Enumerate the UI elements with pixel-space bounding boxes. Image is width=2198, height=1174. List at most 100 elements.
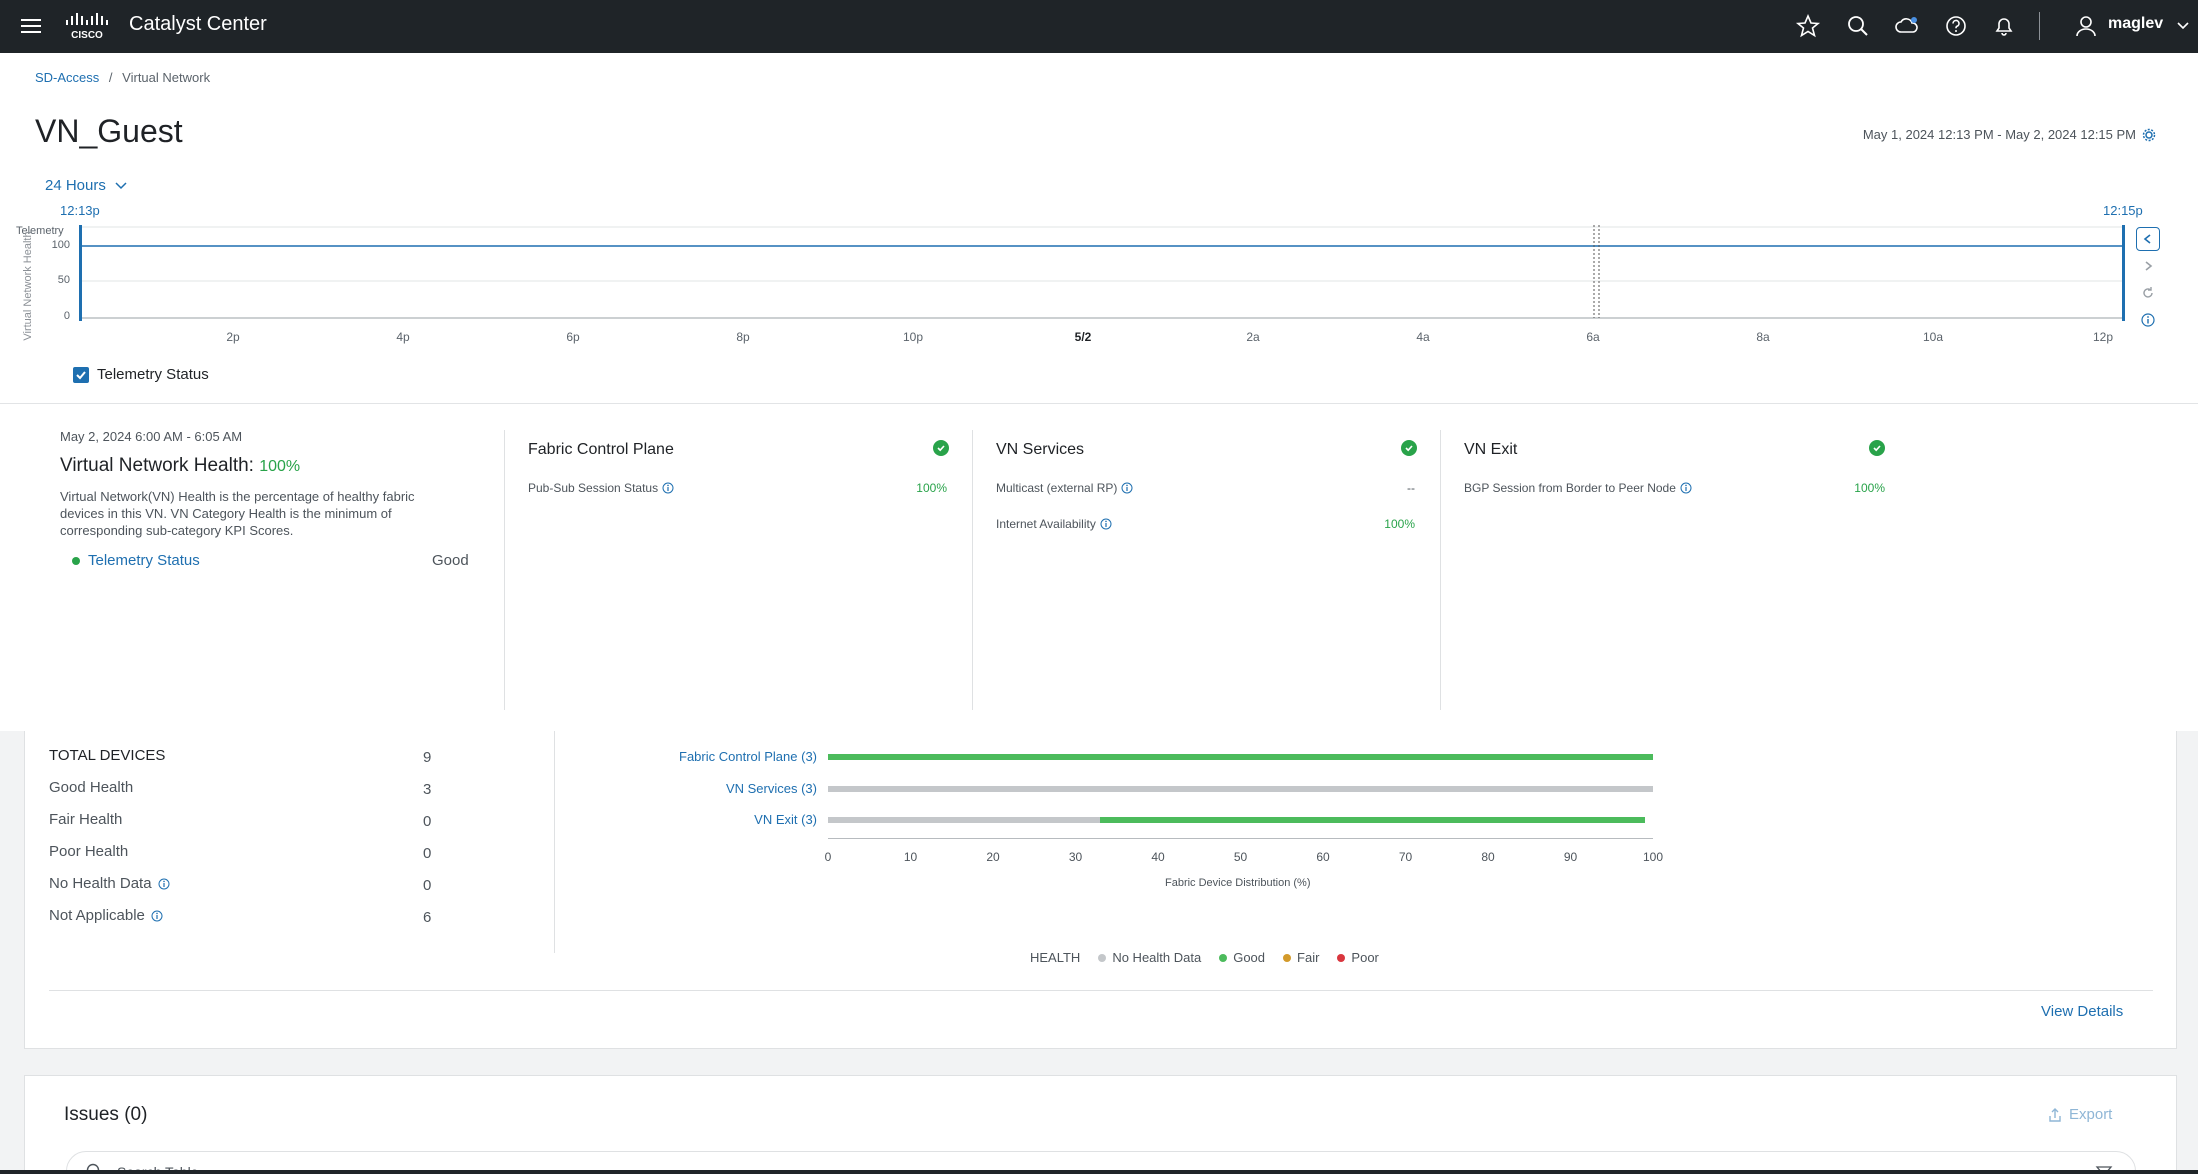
chevron-down-icon[interactable] (2175, 18, 2191, 34)
device-distribution-card: TOTAL DEVICES 9 Good Health 3 Fair Healt… (24, 731, 2177, 1049)
stat-total-devices-value: 9 (423, 749, 432, 766)
info-icon[interactable] (151, 910, 163, 922)
legend-item-fair[interactable]: Fair (1283, 950, 1319, 965)
breadcrumb-sd-access[interactable]: SD-Access (35, 70, 99, 85)
kpi-value: -- (1407, 481, 1415, 495)
legend-item-poor[interactable]: Poor (1337, 950, 1379, 965)
checkbox-label: Telemetry Status (97, 366, 209, 383)
legend-label: Good (1233, 950, 1266, 965)
legend-title: HEALTH (1030, 950, 1081, 965)
time-period-dropdown[interactable]: 24 Hours (45, 177, 128, 194)
info-icon[interactable] (1680, 482, 1692, 494)
x-tick: 10p (902, 330, 924, 344)
kpi-value: 100% (1384, 517, 1415, 531)
stat-fair-health-value: 0 (423, 813, 432, 830)
bell-icon[interactable] (1991, 13, 2017, 39)
bar-segment-good[interactable] (1100, 817, 1645, 823)
vn-health-description: Virtual Network(VN) Health is the percen… (60, 489, 415, 538)
info-icon[interactable] (1100, 518, 1112, 530)
x-tick: 50 (1233, 850, 1248, 864)
column-divider (554, 731, 555, 953)
column-divider (504, 430, 505, 710)
bar-label-fabric-control-plane[interactable]: Fabric Control Plane (3) (557, 749, 817, 764)
x-axis-line (828, 838, 1653, 839)
kpi-internet-availability: Internet Availability (996, 517, 1112, 531)
breadcrumb-current: Virtual Network (122, 70, 211, 85)
kpi-multicast: Multicast (external RP) (996, 481, 1133, 495)
bar-segment-no-health-data[interactable] (828, 817, 1101, 823)
issues-title: Issues (0) (64, 1104, 148, 1125)
bottom-strip (0, 1170, 2198, 1174)
check-circle-icon (1401, 440, 1417, 456)
x-tick: 90 (1563, 850, 1578, 864)
telemetry-status-value: Good (432, 552, 469, 569)
legend-item-good[interactable]: Good (1219, 950, 1265, 965)
card-divider (49, 990, 2153, 991)
stat-good-health-value: 3 (423, 781, 432, 798)
x-tick: 2a (1246, 330, 1260, 344)
x-tick: 40 (1151, 850, 1165, 864)
category-vn-exit: VN Exit (1464, 441, 1518, 458)
bar-label-vn-services[interactable]: VN Services (3) (557, 781, 817, 796)
cisco-logo[interactable]: CISCO (64, 12, 110, 40)
bar-label-vn-exit[interactable]: VN Exit (3) (557, 812, 817, 827)
timeline-chart[interactable] (0, 203, 2198, 343)
health-timeline[interactable]: 12:13p 12:15p Telemetry Virtual Network … (0, 203, 2198, 363)
timeline-forward-button[interactable] (2136, 254, 2160, 278)
help-icon[interactable] (1943, 13, 1969, 39)
star-icon[interactable] (1795, 13, 1821, 39)
bar-segment-good[interactable] (828, 754, 1653, 760)
x-tick: 5/2 (1074, 330, 1092, 344)
x-tick: 80 (1481, 850, 1495, 864)
date-range: May 1, 2024 12:13 PM - May 2, 2024 12:15… (1863, 127, 2156, 142)
app-name[interactable]: Catalyst Center (129, 13, 267, 36)
stat-poor-health: Poor Health (49, 843, 129, 860)
view-details-link[interactable]: View Details (2041, 1003, 2123, 1020)
timeline-info-button[interactable] (2136, 308, 2160, 332)
stat-no-health-data: No Health Data (49, 875, 170, 892)
stat-good-health: Good Health (49, 779, 134, 796)
telemetry-status-label: Telemetry Status (88, 552, 200, 569)
user-name[interactable]: maglev (2108, 15, 2163, 33)
export-button[interactable]: Export (2047, 1106, 2112, 1123)
category-fabric-control-plane: Fabric Control Plane (528, 441, 674, 458)
search-icon[interactable] (1845, 13, 1871, 39)
telemetry-status-link[interactable]: Telemetry Status (72, 552, 200, 569)
info-icon[interactable] (158, 878, 170, 890)
date-range-text: May 1, 2024 12:13 PM - May 2, 2024 12:15… (1862, 127, 2136, 142)
x-tick: 6p (566, 330, 580, 344)
legend-item-no-health-data[interactable]: No Health Data (1098, 950, 1201, 965)
cloud-icon[interactable] (1894, 13, 1920, 39)
column-divider (972, 430, 973, 710)
checkbox-checked[interactable] (73, 366, 89, 383)
chart-legend: HEALTH No Health Data Good Fair Poor (1030, 950, 1379, 965)
export-icon (2049, 1107, 2061, 1122)
x-tick: 8p (736, 330, 750, 344)
check-icon (76, 370, 86, 379)
timeline-back-button[interactable] (2136, 227, 2160, 251)
legend-label: Poor (1351, 950, 1379, 965)
chevron-down-icon (115, 181, 127, 189)
chevron-left-icon (2143, 234, 2151, 244)
x-tick: 20 (986, 850, 1000, 864)
x-axis-title: Fabric Device Distribution (%) (1165, 877, 1311, 889)
health-summary-panel: May 2, 2024 6:00 AM - 6:05 AM Virtual Ne… (0, 404, 2198, 731)
breadcrumb-separator: / (108, 70, 113, 85)
breadcrumb: SD-Access / Virtual Network (35, 70, 210, 85)
x-tick: 10 (903, 850, 918, 864)
user-icon[interactable] (2073, 13, 2099, 39)
x-tick: 60 (1316, 850, 1330, 864)
info-icon[interactable] (1121, 482, 1133, 494)
gear-icon[interactable] (2142, 128, 2156, 142)
x-tick: 12p (2092, 330, 2114, 344)
kpi-label: BGP Session from Border to Peer Node (1464, 481, 1676, 495)
legend-label: Fair (1297, 950, 1320, 965)
kpi-bgp-session: BGP Session from Border to Peer Node (1464, 481, 1692, 495)
menu-icon[interactable] (20, 15, 42, 37)
bar-segment-no-health-data[interactable] (828, 786, 1653, 792)
page-title: VN_Guest (35, 113, 183, 149)
telemetry-status-checkbox[interactable]: Telemetry Status (73, 366, 209, 383)
info-icon[interactable] (662, 482, 674, 494)
vn-health-label: Virtual Network Health: (60, 455, 254, 476)
timeline-reset-button[interactable] (2136, 281, 2160, 305)
